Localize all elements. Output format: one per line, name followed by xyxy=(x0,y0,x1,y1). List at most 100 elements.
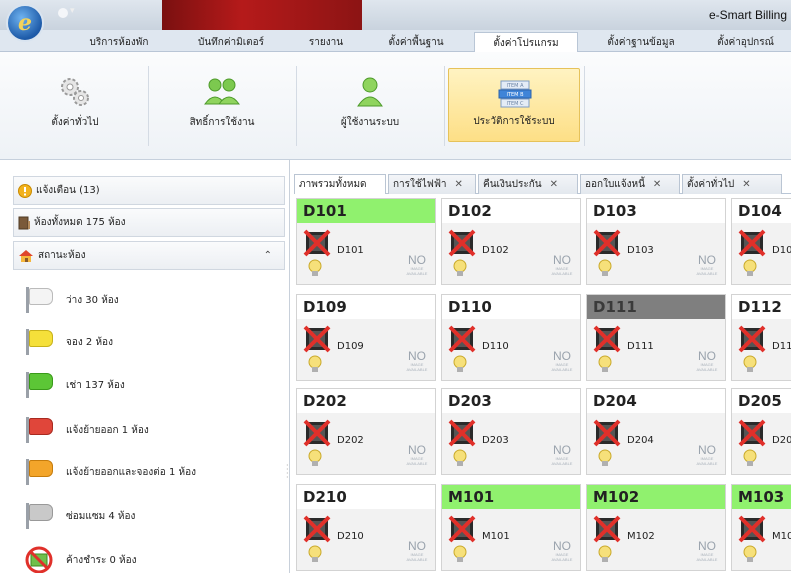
room-name: D104 xyxy=(772,245,791,256)
room-name: D202 xyxy=(337,435,364,446)
tab-general-settings-label: ตั้งค่าทั่วไป xyxy=(687,179,735,190)
splitter-handle[interactable]: · · · · xyxy=(286,462,289,482)
status-repair-label: ซ่อมแซม 4 ห้อง xyxy=(66,510,136,522)
light-bulb-icon xyxy=(453,449,467,466)
room-name: D102 xyxy=(482,245,509,256)
quick-access-icon[interactable] xyxy=(58,8,68,18)
light-bulb-icon xyxy=(598,355,612,372)
tab-electricity[interactable]: การใช้ไฟฟ้า ✕ xyxy=(388,174,476,194)
tab-room-service[interactable]: บริการห้องพัก xyxy=(70,33,168,52)
permissions-button[interactable]: สิทธิ์การใช้งาน xyxy=(152,66,292,142)
room-card[interactable]: D102 D102 NO IMAGE AVAILABLE xyxy=(441,198,581,285)
tab-basic-settings[interactable]: ตั้งค่าพื้นฐาน xyxy=(364,33,468,52)
light-bulb-icon xyxy=(308,449,322,466)
status-moving-out-reserved[interactable]: แจ้งย้ายออกและจองต่อ 1 ห้อง xyxy=(24,452,196,492)
close-icon[interactable]: ✕ xyxy=(742,179,750,190)
room-card[interactable]: D203 D203 NO IMAGE AVAILABLE xyxy=(441,388,581,475)
status-repair[interactable]: ซ่อมแซม 4 ห้อง xyxy=(24,496,135,536)
room-card[interactable]: D101 D101 NO IMAGE AVAILABLE xyxy=(296,198,436,285)
room-card[interactable]: D103 D103 NO IMAGE AVAILABLE xyxy=(586,198,726,285)
no-image-caption: AVAILABLE xyxy=(551,367,573,372)
status-rented[interactable]: เช่า 137 ห้อง xyxy=(24,365,125,405)
occupied-x-icon xyxy=(738,419,766,447)
light-bulb-icon xyxy=(743,545,757,562)
close-icon[interactable]: ✕ xyxy=(550,179,558,190)
room-card[interactable]: M102 M102 NO IMAGE AVAILABLE xyxy=(586,484,726,571)
no-image-caption: AVAILABLE xyxy=(696,557,718,562)
room-card[interactable]: D204 D204 NO IMAGE AVAILABLE xyxy=(586,388,726,475)
tab-overview[interactable]: ภาพรวมทั้งหมด xyxy=(294,174,386,194)
room-card[interactable]: D111 D111 NO IMAGE AVAILABLE xyxy=(586,294,726,381)
occupied-x-icon xyxy=(448,325,476,353)
room-card[interactable]: D205D205NOIMAGEAVAILABLE xyxy=(731,388,791,475)
chevron-up-icon[interactable]: ⌃ xyxy=(264,250,272,261)
room-number: D110 xyxy=(442,295,580,319)
status-moving-out[interactable]: แจ้งย้ายออก 1 ห้อง xyxy=(24,410,149,450)
users-group-icon xyxy=(204,78,240,105)
close-icon[interactable]: ✕ xyxy=(455,179,463,190)
tab-invoice[interactable]: ออกใบแจ้งหนี้ ✕ xyxy=(580,174,680,194)
room-card[interactable]: D210 D210 NO IMAGE AVAILABLE xyxy=(296,484,436,571)
no-image-caption: AVAILABLE xyxy=(551,557,573,562)
room-number: M103 xyxy=(732,485,791,509)
room-card[interactable]: D112D112NOIMAGEAVAILABLE xyxy=(731,294,791,381)
ribbon-separator xyxy=(148,66,149,146)
no-image-text: NO xyxy=(553,349,571,363)
occupied-x-icon xyxy=(303,325,331,353)
ribbon-tab-bar: บริการห้องพัก บันทึกค่ามิเตอร์ รายงาน ตั… xyxy=(0,30,791,53)
general-settings-button[interactable]: ตั้งค่าทั่วไป xyxy=(10,66,140,142)
no-image-text: NO xyxy=(408,443,426,457)
flag-icon-white xyxy=(24,287,54,313)
close-icon[interactable]: ✕ xyxy=(653,179,661,190)
usage-history-button[interactable]: ITEM A ITEM B ITEM C ประวัติการใช้ระบบ xyxy=(448,68,580,142)
status-reserved[interactable]: จอง 2 ห้อง xyxy=(24,322,113,362)
no-image-placeholder: NO IMAGE AVAILABLE xyxy=(692,350,722,376)
room-number: D101 xyxy=(297,199,435,223)
app-logo-button[interactable]: e xyxy=(6,4,44,42)
room-name: D205 xyxy=(772,435,791,446)
room-card[interactable]: M101 M101 NO IMAGE AVAILABLE xyxy=(441,484,581,571)
room-card[interactable]: M103M103NOIMAGEAVAILABLE xyxy=(731,484,791,571)
light-bulb-icon xyxy=(308,355,322,372)
tab-deposit-refund[interactable]: คืนเงินประกัน ✕ xyxy=(478,174,578,194)
tab-report[interactable]: รายงาน xyxy=(296,33,356,52)
window-title: e-Smart Billing xyxy=(708,8,787,22)
light-bulb-icon xyxy=(743,449,757,466)
light-bulb-icon xyxy=(743,355,757,372)
left-panel: แจ้งเตือน (13) ห้องทั้งหมด 175 ห้อง สถาน… xyxy=(0,160,290,573)
chevron-down-icon[interactable]: ▾ xyxy=(70,6,75,16)
no-image-caption: AVAILABLE xyxy=(696,461,718,466)
room-card[interactable]: D110 D110 NO IMAGE AVAILABLE xyxy=(441,294,581,381)
no-image-caption: AVAILABLE xyxy=(696,271,718,276)
flag-icon-red xyxy=(24,417,54,443)
status-overdue[interactable]: ค้างชำระ 0 ห้อง xyxy=(24,540,137,573)
room-status-header[interactable]: สถานะห้อง ⌃ xyxy=(13,241,285,270)
room-name: D101 xyxy=(337,245,364,256)
no-image-text: NO xyxy=(553,539,571,553)
tab-invoice-label: ออกใบแจ้งหนี้ xyxy=(585,179,645,190)
tab-device-settings[interactable]: ตั้งค่าอุปกรณ์ xyxy=(700,33,791,52)
tab-meter-record[interactable]: บันทึกค่ามิเตอร์ xyxy=(176,33,286,52)
alerts-label: แจ้งเตือน (13) xyxy=(36,185,100,196)
tab-general-settings[interactable]: ตั้งค่าทั่วไป ✕ xyxy=(682,174,782,194)
history-item-a: ITEM A xyxy=(506,83,524,89)
tab-deposit-refund-label: คืนเงินประกัน xyxy=(483,179,542,190)
occupied-x-icon xyxy=(738,229,766,257)
room-card[interactable]: D202 D202 NO IMAGE AVAILABLE xyxy=(296,388,436,475)
flag-icon-gray xyxy=(24,503,54,529)
room-card[interactable]: D104D104NOIMAGEAVAILABLE xyxy=(731,198,791,285)
room-number: D104 xyxy=(732,199,791,223)
tab-program-settings[interactable]: ตั้งค่าโปรแกรม xyxy=(474,32,578,53)
total-rooms-row[interactable]: ห้องทั้งหมด 175 ห้อง xyxy=(13,208,285,237)
alerts-row[interactable]: แจ้งเตือน (13) xyxy=(13,176,285,205)
room-name: D110 xyxy=(482,341,509,352)
no-image-text: NO xyxy=(698,253,716,267)
tab-database-settings[interactable]: ตั้งค่าฐานข้อมูล xyxy=(586,33,696,52)
room-status-label: สถานะห้อง xyxy=(38,250,86,261)
general-settings-label: ตั้งค่าทั่วไป xyxy=(51,117,99,128)
status-vacant[interactable]: ว่าง 30 ห้อง xyxy=(24,280,119,320)
room-card[interactable]: D109 D109 NO IMAGE AVAILABLE xyxy=(296,294,436,381)
no-image-placeholder: NO IMAGE AVAILABLE xyxy=(402,540,432,566)
system-users-button[interactable]: ผู้ใช้งานระบบ xyxy=(300,66,440,142)
no-image-placeholder: NO IMAGE AVAILABLE xyxy=(692,540,722,566)
